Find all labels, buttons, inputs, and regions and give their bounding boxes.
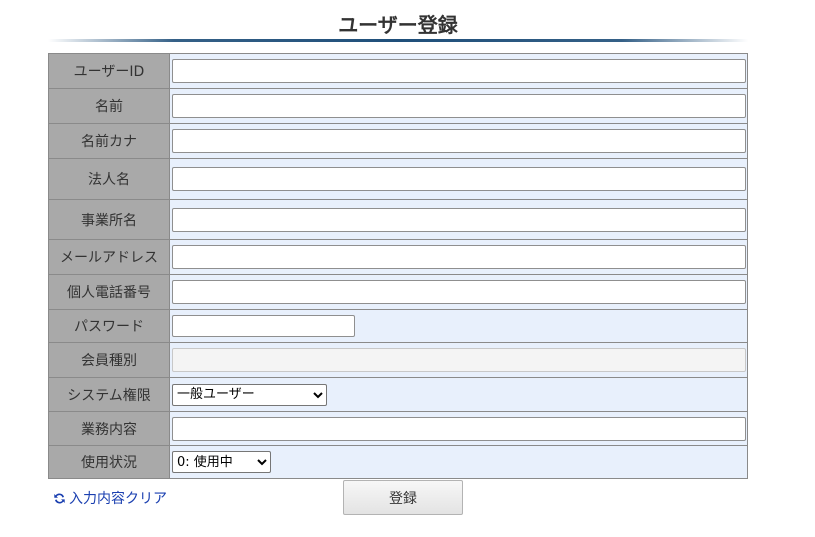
- form-row-system-role: システム権限 一般ユーザー: [48, 377, 748, 412]
- clear-input-link[interactable]: 入力内容クリア: [53, 488, 167, 508]
- member-type-cell: [169, 342, 748, 378]
- form-row-corporation: 法人名: [48, 158, 748, 200]
- member-type-input: [172, 348, 746, 372]
- form-row-name: 名前: [48, 88, 748, 124]
- name-input[interactable]: [172, 94, 746, 118]
- email-cell: [169, 239, 748, 275]
- name-kana-cell: [169, 123, 748, 159]
- office-input[interactable]: [172, 207, 746, 232]
- name-label: 名前: [48, 88, 170, 124]
- form-row-member-type: 会員種別: [48, 342, 748, 378]
- system-role-label: システム権限: [48, 377, 170, 412]
- clear-input-label: 入力内容クリア: [69, 491, 167, 507]
- title-divider: [48, 39, 748, 42]
- form-row-password: パスワード: [48, 309, 748, 343]
- business-cell: [169, 411, 748, 446]
- phone-input[interactable]: [172, 280, 746, 304]
- business-input[interactable]: [172, 416, 746, 441]
- email-label: メールアドレス: [48, 239, 170, 275]
- refresh-icon: [54, 493, 65, 503]
- business-label: 業務内容: [48, 411, 170, 446]
- password-cell: [169, 309, 748, 343]
- status-select[interactable]: 0: 使用中: [172, 451, 271, 473]
- name-kana-input[interactable]: [172, 129, 746, 153]
- password-input[interactable]: [172, 315, 355, 337]
- system-role-select[interactable]: 一般ユーザー: [172, 383, 327, 406]
- name-kana-label: 名前カナ: [48, 123, 170, 159]
- user-id-label: ユーザーID: [48, 53, 170, 89]
- form-row-phone: 個人電話番号: [48, 274, 748, 310]
- form-row-email: メールアドレス: [48, 239, 748, 275]
- form-row-business: 業務内容: [48, 411, 748, 446]
- register-button[interactable]: 登録: [343, 480, 463, 515]
- phone-label: 個人電話番号: [48, 274, 170, 310]
- corporation-label: 法人名: [48, 158, 170, 200]
- registration-form: ユーザーID 名前 名前カナ 法人名 事業所名 メールアドレス 個人電話番号 パ…: [48, 53, 748, 479]
- form-row-name-kana: 名前カナ: [48, 123, 748, 159]
- user-id-cell: [169, 53, 748, 89]
- corporation-cell: [169, 158, 748, 200]
- system-role-cell: 一般ユーザー: [169, 377, 748, 412]
- form-row-user-id: ユーザーID: [48, 53, 748, 89]
- corporation-input[interactable]: [172, 167, 746, 191]
- page-title: ユーザー登録: [338, 13, 458, 37]
- status-cell: 0: 使用中: [169, 445, 748, 479]
- user-id-input[interactable]: [172, 59, 746, 83]
- office-label: 事業所名: [48, 199, 170, 240]
- form-row-office: 事業所名: [48, 199, 748, 240]
- email-input[interactable]: [172, 245, 746, 269]
- password-label: パスワード: [48, 309, 170, 343]
- form-row-status: 使用状況 0: 使用中: [48, 445, 748, 479]
- status-label: 使用状況: [48, 445, 170, 479]
- member-type-label: 会員種別: [48, 342, 170, 378]
- office-cell: [169, 199, 748, 240]
- name-cell: [169, 88, 748, 124]
- phone-cell: [169, 274, 748, 310]
